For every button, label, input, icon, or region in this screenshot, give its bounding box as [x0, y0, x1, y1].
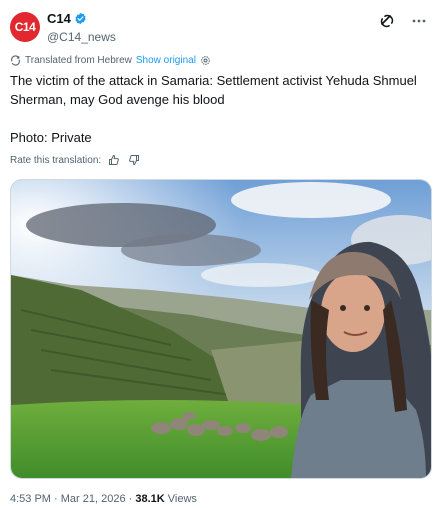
- verified-badge-icon: [75, 12, 86, 25]
- display-name[interactable]: C14: [47, 11, 71, 26]
- translate-icon: [11, 55, 20, 66]
- avatar[interactable]: C14: [10, 12, 40, 42]
- tweet-date[interactable]: Mar 21, 2026: [61, 493, 126, 505]
- more-icon[interactable]: [410, 12, 428, 30]
- tweet-time[interactable]: 4:53 PM: [10, 493, 51, 505]
- rate-label: Rate this translation:: [10, 154, 102, 166]
- tweet-photo[interactable]: [10, 179, 432, 479]
- show-original-link[interactable]: Show original: [136, 55, 196, 66]
- gear-icon[interactable]: [200, 55, 211, 66]
- translation-row: Translated from Hebrew Show original: [10, 55, 211, 66]
- grok-icon[interactable]: [378, 12, 396, 30]
- thumbs-down-icon[interactable]: [127, 153, 141, 167]
- tweet-meta: 4:53 PM · Mar 21, 2026 · 38.1K Views: [10, 493, 197, 505]
- meta-separator: ·: [50, 493, 61, 505]
- tweet-text: The victim of the attack in Samaria: Set…: [10, 73, 417, 145]
- thumbs-up-icon[interactable]: [107, 153, 121, 167]
- landscape-photo: [11, 180, 431, 478]
- name-row: C14: [47, 11, 87, 26]
- views-label: Views: [164, 493, 197, 505]
- views-count[interactable]: 38.1K: [135, 493, 164, 505]
- handle[interactable]: @C14_news: [47, 30, 116, 44]
- meta-separator: ·: [125, 493, 136, 505]
- top-actions: [378, 12, 428, 30]
- translated-label: Translated from Hebrew: [25, 55, 132, 66]
- rate-translation-row: Rate this translation:: [10, 153, 141, 167]
